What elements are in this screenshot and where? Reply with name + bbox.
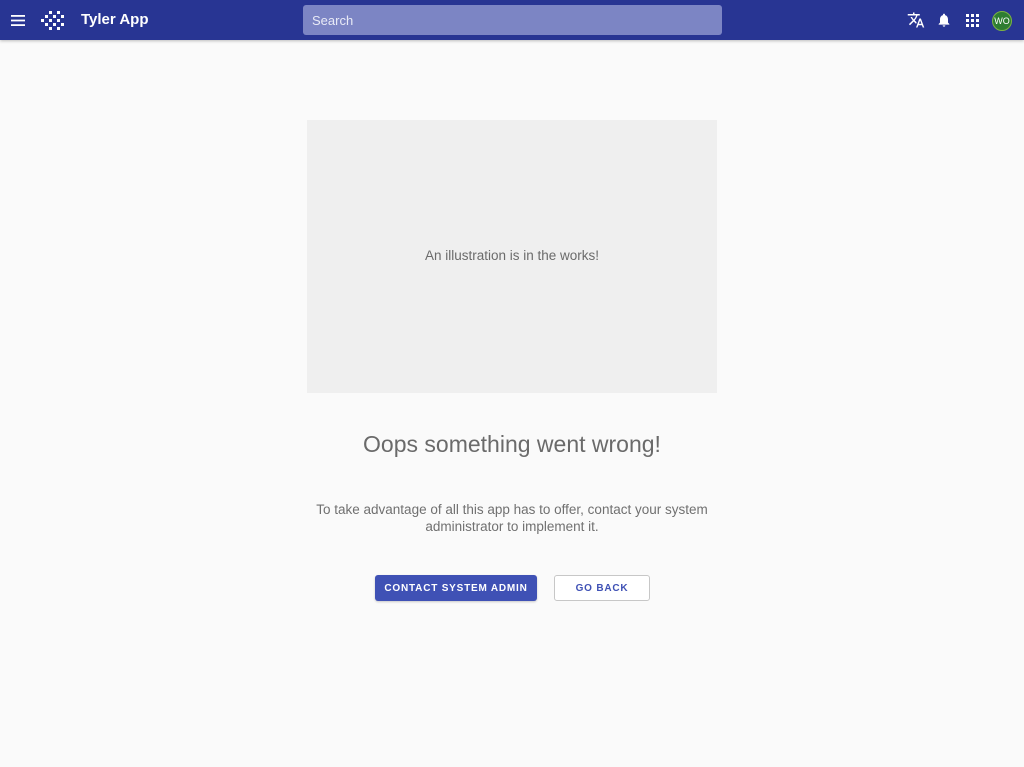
app-title[interactable]: Tyler App — [81, 11, 149, 28]
search-input[interactable] — [303, 5, 722, 35]
go-back-button[interactable]: GO BACK — [554, 575, 650, 601]
bell-icon[interactable] — [934, 10, 954, 30]
error-title: Oops something went wrong! — [363, 431, 661, 457]
translate-icon[interactable] — [906, 10, 926, 30]
app-bar: Tyler App WO — [0, 0, 1024, 40]
illustration-placeholder: An illustration is in the works! — [307, 120, 717, 393]
illustration-placeholder-text: An illustration is in the works! — [424, 248, 600, 263]
user-avatar[interactable]: WO — [992, 11, 1012, 31]
apps-grid-icon[interactable] — [962, 10, 982, 30]
error-message: To take advantage of all this app has to… — [316, 502, 708, 534]
menu-icon[interactable] — [8, 8, 28, 32]
contact-system-admin-button[interactable]: CONTACT SYSTEM ADMIN — [375, 575, 537, 601]
tyler-logo-icon — [40, 8, 66, 32]
